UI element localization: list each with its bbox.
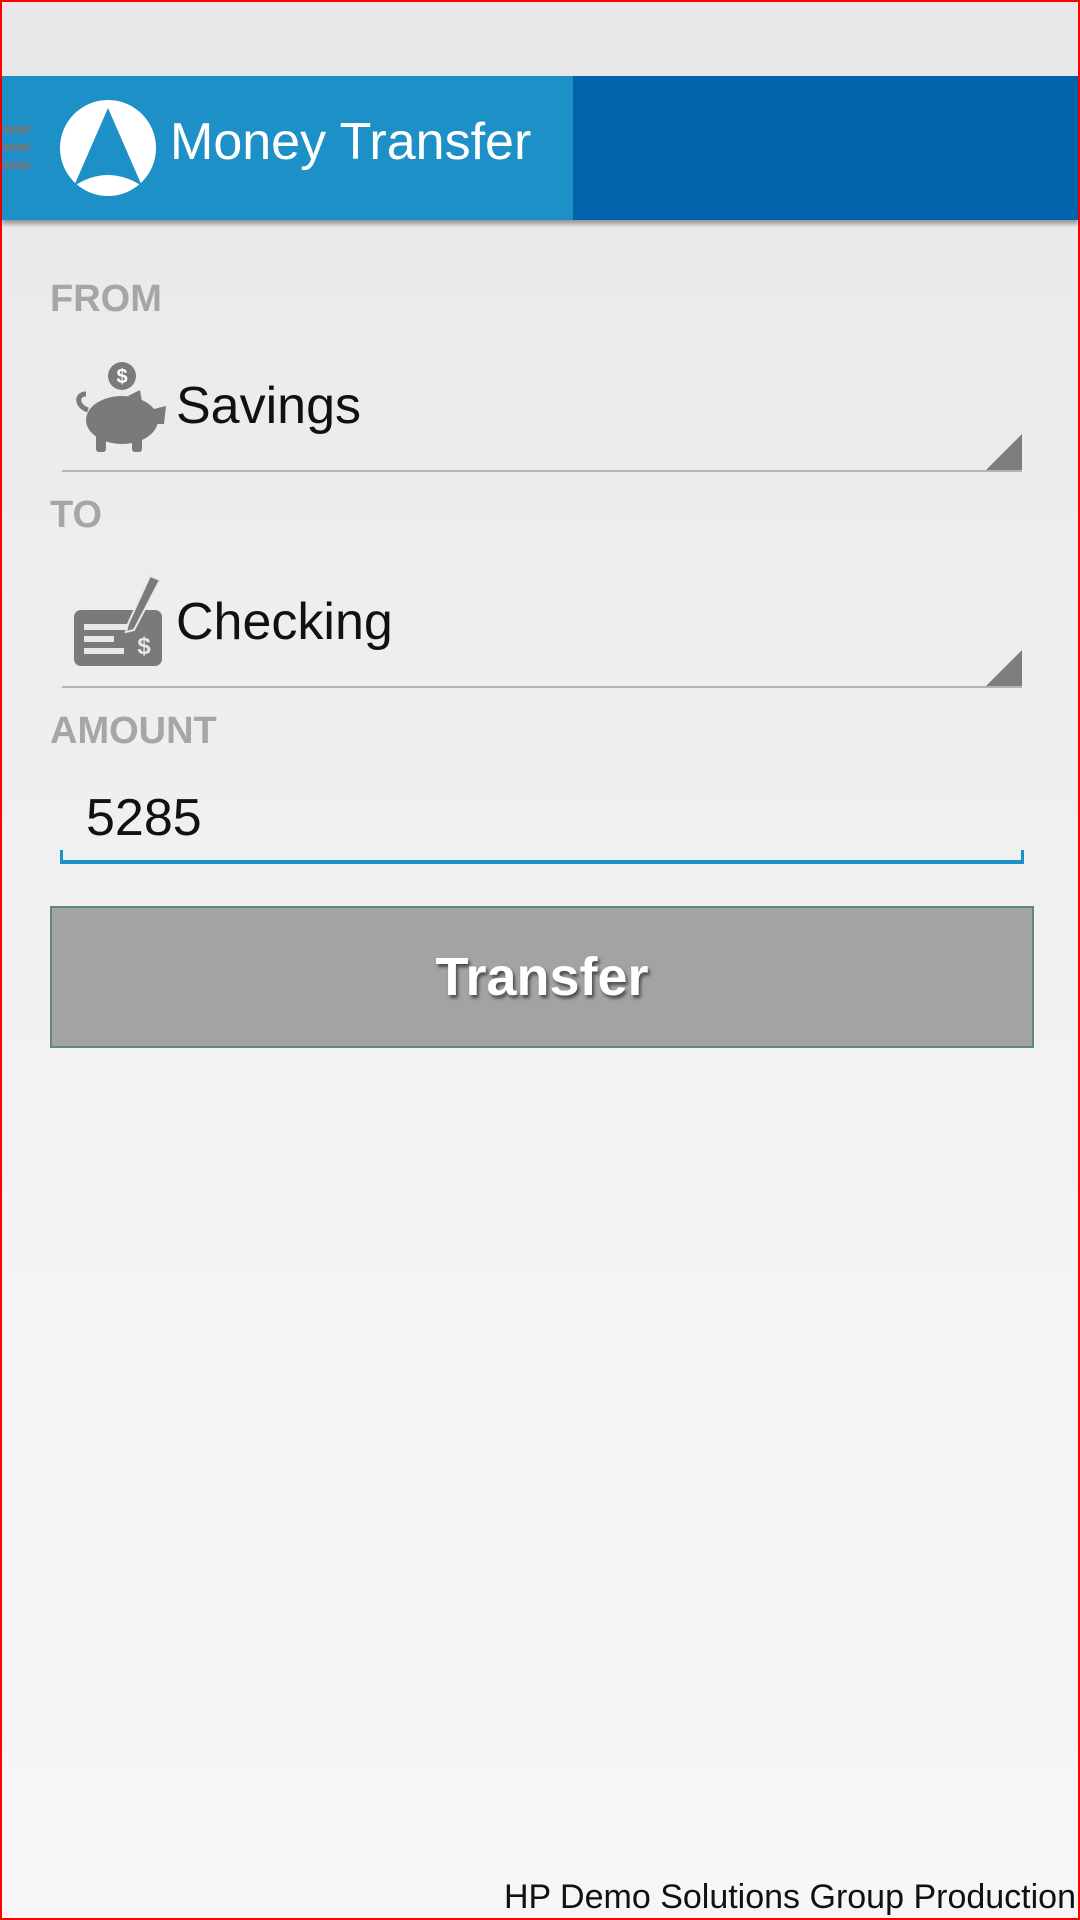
to-account-value: Checking — [176, 593, 393, 651]
hamburger-menu-icon[interactable] — [2, 126, 32, 170]
amount-input-underline — [60, 860, 1024, 864]
to-label: TO — [50, 494, 103, 536]
transfer-button[interactable]: Transfer — [50, 906, 1034, 1048]
check-pen-icon: $ — [74, 574, 162, 666]
app-bar-title-area: Money Transfer — [2, 76, 573, 220]
from-dropdown-underline — [62, 470, 1022, 472]
svg-text:$: $ — [116, 366, 127, 388]
a-logo-icon — [60, 100, 156, 196]
dropdown-arrow-icon — [986, 434, 1022, 470]
svg-text:$: $ — [137, 633, 151, 660]
app-bar: Money Transfer — [2, 76, 1078, 220]
page-title: Money Transfer — [170, 113, 532, 171]
amount-label: AMOUNT — [50, 710, 217, 752]
from-account-dropdown[interactable]: $ Savings — [62, 354, 1022, 472]
piggy-bank-icon: $ — [76, 362, 166, 452]
amount-input-value: 5285 — [86, 789, 202, 847]
from-account-value: Savings — [176, 377, 361, 435]
amount-input[interactable]: 5285 — [60, 772, 1024, 864]
footer-credit: HP Demo Solutions Group Production — [503, 1878, 1076, 1916]
status-bar-area — [2, 2, 1078, 76]
to-account-dropdown[interactable]: $ Checking — [62, 570, 1022, 688]
to-dropdown-underline — [62, 686, 1022, 688]
transfer-button-label: Transfer — [435, 947, 649, 1007]
from-label: FROM — [50, 278, 162, 320]
dropdown-arrow-icon — [986, 650, 1022, 686]
